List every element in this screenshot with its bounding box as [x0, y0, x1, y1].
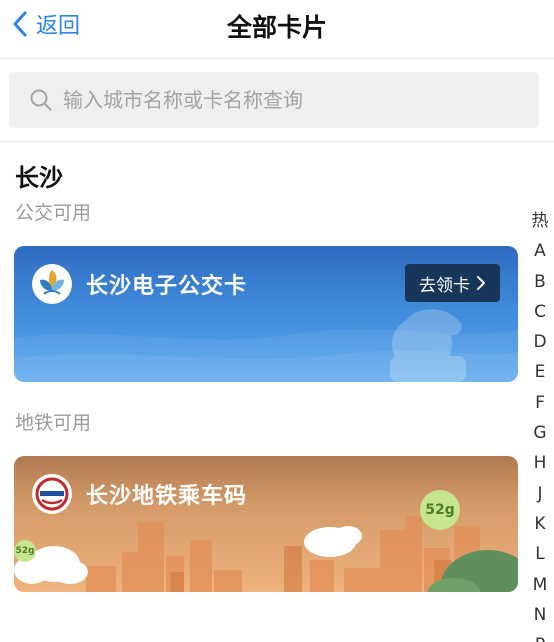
metro-card-logo — [32, 474, 72, 514]
city-heading: 长沙 — [15, 164, 63, 192]
alphabet-index-item[interactable]: 热 — [526, 206, 554, 236]
nav-bar: 返回 全部卡片 — [0, 0, 554, 50]
alphabet-index-item[interactable]: H — [526, 448, 554, 478]
metro-badge-large: 52g — [420, 490, 460, 530]
alphabet-index-item[interactable]: F — [526, 388, 554, 418]
metro-badge-small: 52g — [14, 540, 36, 562]
alphabet-index: 热ABCDEFGHJKLMNP — [526, 206, 554, 642]
changsha-bus-logo-icon — [40, 270, 64, 295]
bus-section-label: 公交可用 — [15, 202, 92, 224]
metro-card-title: 长沙地铁乘车码 — [86, 484, 248, 509]
alphabet-index-item[interactable]: D — [526, 327, 554, 357]
alphabet-index-item[interactable]: C — [526, 297, 554, 327]
claim-card-label: 去领卡 — [419, 275, 470, 296]
alphabet-index-item[interactable]: K — [526, 509, 554, 539]
alphabet-index-item[interactable]: A — [526, 236, 554, 266]
bus-card-logo — [32, 264, 72, 304]
metro-card[interactable]: 52g 52g 长沙地铁乘车码 — [14, 456, 518, 592]
claim-card-button[interactable]: 去领卡 — [405, 264, 500, 302]
alphabet-index-item[interactable]: L — [526, 539, 554, 569]
metro-section-label: 地铁可用 — [15, 412, 92, 434]
search-icon — [30, 89, 52, 111]
search-box[interactable] — [9, 72, 539, 128]
alphabet-index-item[interactable]: G — [526, 418, 554, 448]
bus-card-title: 长沙电子公交卡 — [86, 274, 248, 299]
alphabet-index-item[interactable]: B — [526, 267, 554, 297]
search-input[interactable] — [63, 88, 523, 112]
chevron-right-icon — [477, 276, 485, 290]
page-title: 全部卡片 — [226, 13, 327, 42]
changsha-metro-logo-icon — [35, 477, 69, 511]
alphabet-index-item[interactable]: N — [526, 600, 554, 630]
alphabet-index-item[interactable]: M — [526, 570, 554, 600]
alphabet-index-item[interactable]: P — [526, 630, 554, 642]
bus-card[interactable]: 长沙电子公交卡 去领卡 — [14, 246, 518, 382]
alphabet-index-item[interactable]: E — [526, 357, 554, 387]
search-area — [0, 58, 554, 142]
alphabet-index-item[interactable]: J — [526, 479, 554, 509]
